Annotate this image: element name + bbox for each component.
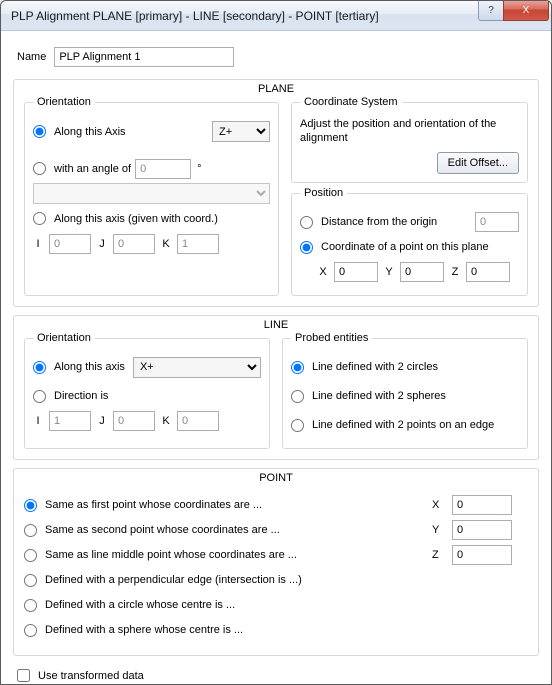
two-spheres-radio[interactable] <box>291 390 304 403</box>
plane-with-angle-radio[interactable] <box>33 162 46 175</box>
plane-orientation-legend: Orientation <box>33 96 95 108</box>
plane-along-axis-radio[interactable] <box>33 125 46 138</box>
plane-y-input[interactable] <box>400 262 444 282</box>
plane-y-label: Y <box>384 266 394 278</box>
point-z-label: Z <box>432 549 444 561</box>
line-j-input[interactable] <box>113 411 155 431</box>
line-group: LINE Orientation Along this axis X+ Dire… <box>13 315 539 460</box>
two-points-label: Line defined with 2 points on an edge <box>312 419 494 431</box>
two-circles-label: Line defined with 2 circles <box>312 361 438 373</box>
use-transformed-checkbox[interactable] <box>17 669 30 682</box>
line-k-label: K <box>161 415 171 427</box>
plane-i-input[interactable] <box>49 234 91 254</box>
plane-z-input[interactable] <box>466 262 510 282</box>
line-probed-legend: Probed entities <box>291 332 372 344</box>
line-orientation-group: Orientation Along this axis X+ Direction… <box>24 338 270 449</box>
point-perp-label: Defined with a perpendicular edge (inter… <box>45 574 302 586</box>
dialog-window: PLP Alignment PLANE [primary] - LINE [se… <box>0 0 552 685</box>
plane-along-axis-label: Along this Axis <box>54 126 126 138</box>
line-along-axis-label: Along this axis <box>54 361 125 373</box>
point-middle-radio[interactable] <box>24 549 37 562</box>
plane-orientation-group: Orientation Along this Axis Z+ with an a… <box>24 102 279 296</box>
distance-origin-label: Distance from the origin <box>321 216 437 228</box>
point-sphere-label: Defined with a sphere whose centre is ..… <box>45 624 243 636</box>
plane-angle-ref-select[interactable] <box>33 183 270 204</box>
line-j-label: J <box>97 415 107 427</box>
point-x-input[interactable] <box>452 495 512 515</box>
line-direction-radio[interactable] <box>33 390 46 403</box>
degree-symbol: ° <box>197 163 201 175</box>
title-bar: PLP Alignment PLANE [primary] - LINE [se… <box>1 1 551 31</box>
point-group: POINT Same as first point whose coordina… <box>13 468 539 656</box>
point-legend: POINT <box>255 472 297 484</box>
point-z-input[interactable] <box>452 545 512 565</box>
close-icon: X <box>523 5 530 16</box>
two-points-radio[interactable] <box>291 419 304 432</box>
point-second-label: Same as second point whose coordinates a… <box>45 524 280 536</box>
point-middle-label: Same as line middle point whose coordina… <box>45 549 297 561</box>
plane-position-group: Position Distance from the origin Coordi… <box>291 193 528 296</box>
plane-axis-coord-label: Along this axis (given with coord.) <box>54 213 218 225</box>
plane-axis-select[interactable]: Z+ <box>212 121 270 142</box>
point-y-label: Y <box>432 524 444 536</box>
plane-x-label: X <box>318 266 328 278</box>
line-axis-select[interactable]: X+ <box>133 357 261 378</box>
plane-j-label: J <box>97 238 107 250</box>
name-input[interactable] <box>54 47 234 67</box>
line-k-input[interactable] <box>177 411 219 431</box>
line-probed-group: Probed entities Line defined with 2 circ… <box>282 338 528 449</box>
plane-legend: PLANE <box>254 83 298 95</box>
point-first-label: Same as first point whose coordinates ar… <box>45 499 262 511</box>
window-buttons: ? X <box>479 1 549 21</box>
options-block: Use transformed data Output in report <box>13 666 539 684</box>
two-circles-radio[interactable] <box>291 361 304 374</box>
plane-k-label: K <box>161 238 171 250</box>
line-i-label: I <box>33 415 43 427</box>
point-first-radio[interactable] <box>24 499 37 512</box>
point-x-label: X <box>432 499 444 511</box>
line-along-axis-radio[interactable] <box>33 361 46 374</box>
point-circle-label: Defined with a circle whose centre is ..… <box>45 599 235 611</box>
plane-with-angle-label: with an angle of <box>54 163 131 175</box>
plane-cs-desc: Adjust the position and orientation of t… <box>300 117 519 146</box>
point-circle-radio[interactable] <box>24 599 37 612</box>
help-icon: ? <box>488 5 494 16</box>
use-transformed-label: Use transformed data <box>38 670 144 682</box>
help-button[interactable]: ? <box>478 1 504 21</box>
edit-offset-button[interactable]: Edit Offset... <box>437 152 519 174</box>
two-spheres-label: Line defined with 2 spheres <box>312 390 446 402</box>
point-perp-radio[interactable] <box>24 574 37 587</box>
plane-group: PLANE Orientation Along this Axis Z+ wi <box>13 79 539 307</box>
line-i-input[interactable] <box>49 411 91 431</box>
plane-cs-legend: Coordinate System <box>300 96 402 108</box>
distance-origin-input[interactable] <box>475 212 519 232</box>
close-button[interactable]: X <box>503 1 549 21</box>
plane-x-input[interactable] <box>334 262 378 282</box>
coord-point-label: Coordinate of a point on this plane <box>321 241 489 253</box>
coord-point-radio[interactable] <box>300 241 313 254</box>
point-y-input[interactable] <box>452 520 512 540</box>
point-sphere-radio[interactable] <box>24 624 37 637</box>
plane-z-label: Z <box>450 266 460 278</box>
plane-j-input[interactable] <box>113 234 155 254</box>
plane-position-legend: Position <box>300 187 347 199</box>
window-title: PLP Alignment PLANE [primary] - LINE [se… <box>11 9 549 23</box>
name-row: Name <box>17 47 539 67</box>
line-orientation-legend: Orientation <box>33 332 95 344</box>
plane-k-input[interactable] <box>177 234 219 254</box>
point-second-radio[interactable] <box>24 524 37 537</box>
line-legend: LINE <box>260 319 292 331</box>
plane-i-label: I <box>33 238 43 250</box>
plane-angle-input[interactable] <box>135 159 191 179</box>
line-direction-label: Direction is <box>54 390 108 402</box>
distance-origin-radio[interactable] <box>300 216 313 229</box>
plane-cs-group: Coordinate System Adjust the position an… <box>291 102 528 183</box>
plane-axis-coord-radio[interactable] <box>33 212 46 225</box>
dialog-body: Name PLANE Orientation Along this Axis Z… <box>1 31 551 684</box>
name-label: Name <box>17 51 46 63</box>
